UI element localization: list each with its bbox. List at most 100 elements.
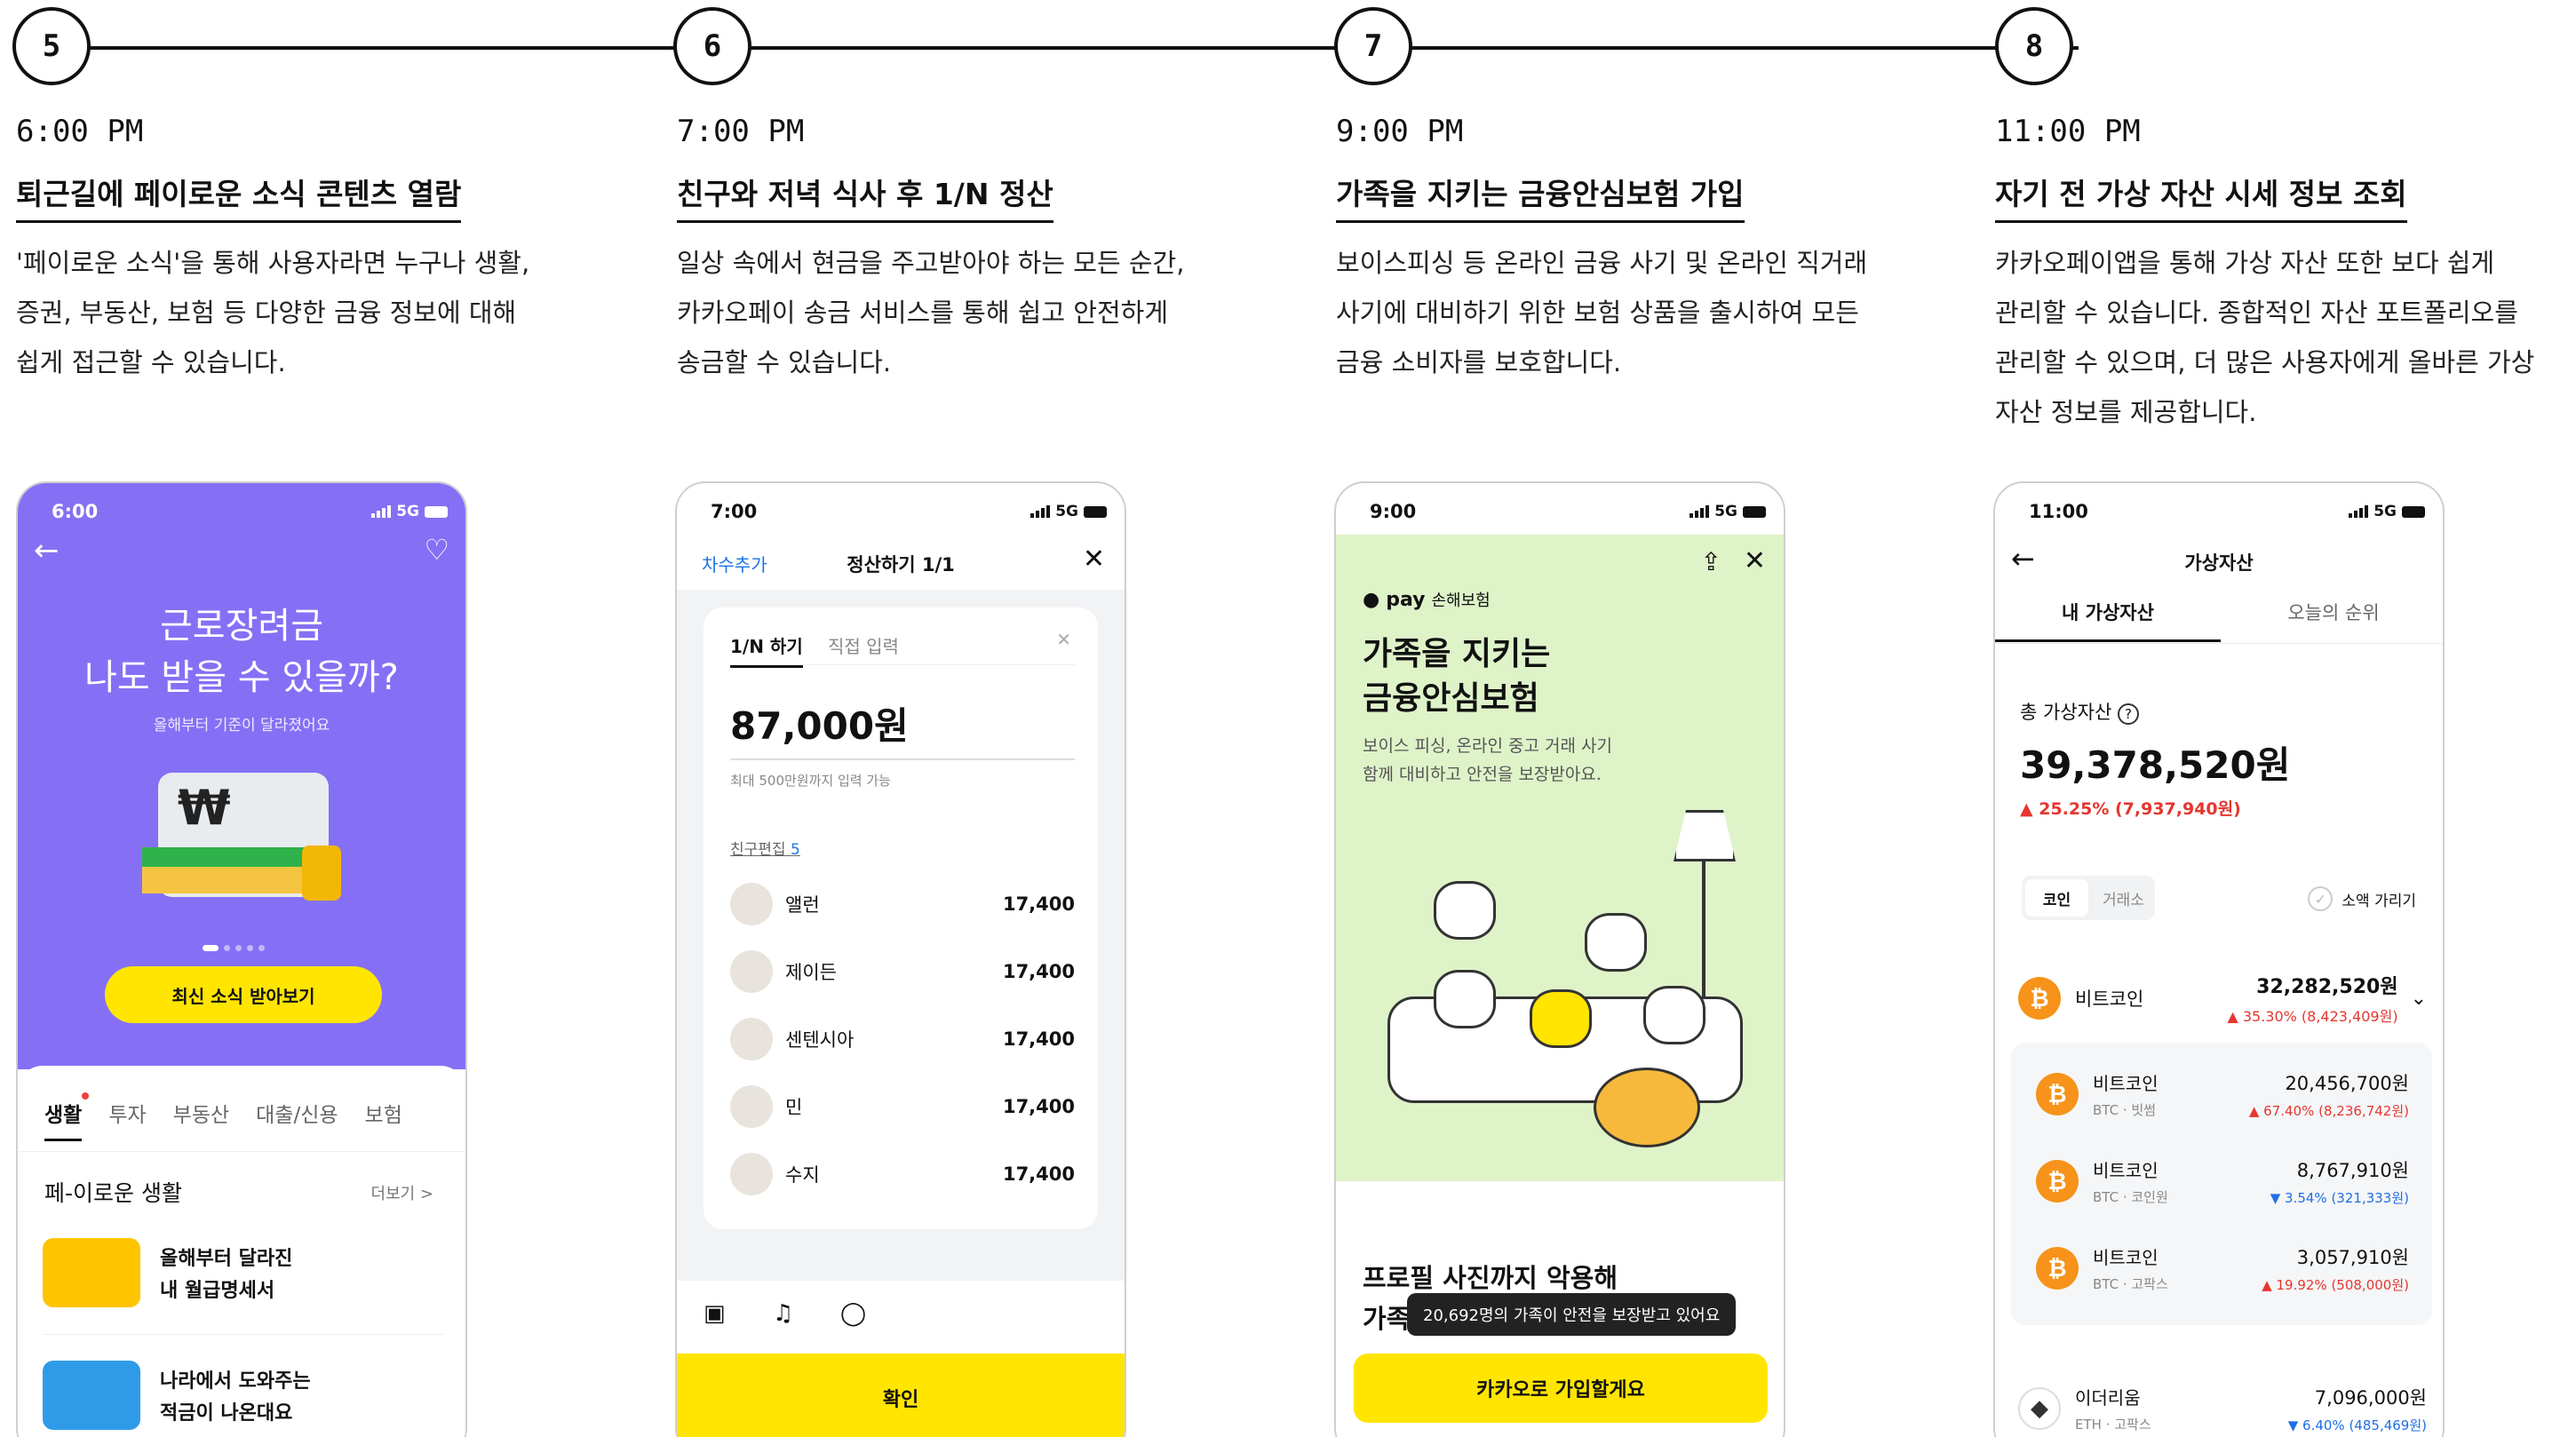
close-icon[interactable]: ✕ bbox=[1083, 544, 1105, 575]
coin-label: 비트코인 BTC · 고팍스 bbox=[2093, 1243, 2168, 1293]
hero-title-line: 금융안심보험 bbox=[1363, 680, 1539, 717]
carousel-dots bbox=[203, 945, 265, 951]
battery-icon bbox=[2402, 505, 2425, 518]
step-circle-7: 7 bbox=[1334, 7, 1412, 85]
coin-value: 8,767,910원 bbox=[2296, 1159, 2409, 1181]
settle-panel: 1/N 하기 직접 입력 ✕ 87,000원 최대 500만원까지 입력 가능 … bbox=[704, 607, 1098, 1229]
confirm-button[interactable]: 확인 bbox=[677, 1354, 1125, 1437]
coin-value: 3,057,910원 bbox=[2296, 1246, 2409, 1268]
tab-manual-input[interactable]: 직접 입력 bbox=[828, 632, 899, 658]
desc-line: 자산 정보를 제공합니다. bbox=[1995, 397, 2257, 427]
friend-row[interactable]: 앨런 17,400 bbox=[730, 877, 1075, 931]
headline: 자기 전 가상 자산 시세 정보 조회 bbox=[1995, 171, 2407, 223]
amount-input[interactable]: 87,000원 bbox=[730, 696, 909, 750]
signal-icon bbox=[1030, 505, 1051, 518]
friend-row[interactable]: 민 17,400 bbox=[730, 1080, 1075, 1133]
close-icon[interactable]: ✕ bbox=[1744, 545, 1766, 576]
coin-row-coinone[interactable]: ₿ 비트코인 BTC · 코인원 8,767,910원 ▼ 3.54% (321… bbox=[2036, 1146, 2409, 1217]
tab-realestate[interactable]: 부동산 bbox=[173, 1098, 229, 1141]
network-label: 5G bbox=[2373, 503, 2397, 520]
coin-value-group: 20,456,700원 ▲ 67.40% (8,236,742원) bbox=[2249, 1069, 2409, 1120]
coin-row-ethereum[interactable]: ◆ 이더리움 ETH · 고팍스 7,096,000원 ▼ 6.40% (485… bbox=[2018, 1373, 2427, 1437]
segment-exchange[interactable]: 거래소 bbox=[2092, 876, 2155, 920]
coin-name: 비트코인 bbox=[2093, 1073, 2159, 1094]
tab-split-even[interactable]: 1/N 하기 bbox=[730, 632, 803, 668]
desc-line: 일상 속에서 현금을 주고받아야 하는 모든 순간, bbox=[677, 248, 1185, 278]
total-label: 총 가상자산 bbox=[2020, 702, 2112, 723]
tab-life[interactable]: 생활 bbox=[44, 1098, 83, 1141]
coin-row-gopax[interactable]: ₿ 비트코인 BTC · 고팍스 3,057,910원 ▲ 19.92% (50… bbox=[2036, 1233, 2409, 1304]
description: 일상 속에서 현금을 주고받아야 하는 모든 순간, 카카오페이 송금 서비스를… bbox=[677, 238, 1245, 387]
hero-subtitle: 보이스 피싱, 온라인 중고 거래 사기 함께 대비하고 안전을 보장받아요. bbox=[1363, 732, 1612, 789]
more-link[interactable]: 더보기 > bbox=[371, 1181, 433, 1204]
desc-line: 카카오페이앱을 통해 가상 자산 또한 보다 쉽게 bbox=[1995, 248, 2495, 278]
friend-amount: 17,400 bbox=[1002, 1096, 1075, 1117]
bitcoin-icon: ₿ bbox=[2036, 1160, 2079, 1203]
coin-value-group: 3,057,910원 ▲ 19.92% (508,000원) bbox=[2262, 1243, 2409, 1294]
coin-row-bitcoin[interactable]: ₿ 비트코인 32,282,520원 ▲ 35.30% (8,423,409원)… bbox=[2018, 963, 2427, 1034]
status-icons: 5G bbox=[371, 503, 448, 520]
close-icon[interactable]: ✕ bbox=[1056, 629, 1071, 650]
hide-small-toggle[interactable]: ✓ 소액 가리기 bbox=[2308, 886, 2416, 911]
status-icons: 5G bbox=[2349, 503, 2425, 520]
chevron-down-icon[interactable]: ⌄ bbox=[2411, 988, 2427, 1010]
friends-count: 5 bbox=[790, 841, 800, 859]
signal-icon bbox=[1690, 505, 1710, 518]
step-circle-6: 6 bbox=[673, 7, 751, 85]
avatar bbox=[730, 950, 773, 993]
coin-stack-illustration bbox=[302, 846, 341, 901]
coin-label: 비트코인 BTC · 코인원 bbox=[2093, 1156, 2168, 1206]
tab-insurance[interactable]: 보험 bbox=[365, 1098, 402, 1141]
join-with-kakao-button[interactable]: 카카오로 가입할게요 bbox=[1354, 1354, 1768, 1423]
character-illustration bbox=[1585, 913, 1647, 972]
friend-row[interactable]: 제이든 17,400 bbox=[730, 945, 1075, 998]
friend-name: 센텐시아 bbox=[785, 1029, 855, 1051]
divider bbox=[43, 1334, 444, 1335]
divider bbox=[1995, 643, 2443, 644]
info-icon[interactable]: ? bbox=[2117, 703, 2139, 725]
bitcoin-icon: ₿ bbox=[2036, 1073, 2079, 1115]
total-label-row: 총 가상자산 ? bbox=[2020, 698, 2139, 725]
news-item-2[interactable]: 나라에서 도와주는 적금이 나온대요 bbox=[160, 1366, 311, 1430]
phone-insurance: 9:00 5G ⇪ ✕ ● pay 손해보험 가족을 지키는 금융안심보험 보이… bbox=[1334, 481, 1785, 1437]
character-illustration bbox=[1434, 970, 1496, 1028]
back-arrow-icon[interactable]: ← bbox=[34, 533, 60, 568]
phone-news: 6:00 5G ← ♡ 근로장려금 나도 받을 수 있을까? 올해부터 기준이 … bbox=[16, 481, 467, 1437]
image-icon[interactable]: ▣ bbox=[704, 1300, 726, 1327]
friend-amount: 17,400 bbox=[1002, 961, 1075, 982]
edit-friends-link[interactable]: 친구편집 5 bbox=[730, 837, 800, 859]
desc-line: 사기에 대비하기 위한 보험 상품을 출시하여 모든 bbox=[1336, 298, 1859, 328]
battery-icon bbox=[1743, 505, 1766, 518]
coin-row-bithumb[interactable]: ₿ 비트코인 BTC · 빗썸 20,456,700원 ▲ 67.40% (8,… bbox=[2036, 1059, 2409, 1130]
news-item-1[interactable]: 올해부터 달라진 내 월급명세서 bbox=[160, 1243, 292, 1307]
status-icons: 5G bbox=[1690, 503, 1766, 520]
coin-label: 비트코인 BTC · 빗썸 bbox=[2093, 1069, 2159, 1119]
category-tabs: 생활 투자 부동산 대출/신용 보험 bbox=[44, 1098, 402, 1141]
friend-name: 앨런 bbox=[785, 894, 820, 916]
coin-name: 비트코인 bbox=[2093, 1247, 2159, 1268]
payslip-thumbnail bbox=[43, 1238, 140, 1307]
heart-icon[interactable]: ♡ bbox=[424, 533, 449, 567]
friend-row[interactable]: 수지 17,400 bbox=[730, 1147, 1075, 1201]
tab-my-assets[interactable]: 내 가상자산 bbox=[1995, 599, 2221, 642]
tab-invest[interactable]: 투자 bbox=[108, 1098, 146, 1141]
step-circle-5: 5 bbox=[12, 7, 91, 85]
status-time: 7:00 bbox=[711, 501, 758, 522]
bell-icon[interactable]: ♫ bbox=[773, 1300, 793, 1327]
coin-name: 비트코인 bbox=[2093, 1160, 2159, 1181]
tab-today-ranking[interactable]: 오늘의 순위 bbox=[2221, 599, 2443, 625]
description: '페이로운 소식'을 통해 사용자라면 누구나 생활, 증권, 부동산, 보험 … bbox=[16, 238, 584, 387]
bottom-headline-partial: 가족 bbox=[1363, 1304, 1411, 1334]
tab-loan[interactable]: 대출/신용 bbox=[256, 1098, 338, 1141]
status-time: 6:00 bbox=[52, 501, 99, 522]
desc-line: 카카오페이 송금 서비스를 통해 쉽고 안전하게 bbox=[677, 298, 1169, 328]
share-icon[interactable]: ⇪ bbox=[1701, 547, 1721, 576]
coin-name: 이더리움 bbox=[2075, 1387, 2141, 1409]
chat-icon[interactable]: ◯ bbox=[840, 1300, 866, 1327]
friend-row[interactable]: 센텐시아 17,400 bbox=[730, 1012, 1075, 1066]
page-title: 가상자산 bbox=[2184, 552, 2254, 574]
get-news-button[interactable]: 최신 소식 받아보기 bbox=[105, 966, 382, 1023]
edit-friends-label: 친구편집 bbox=[730, 841, 786, 859]
headline: 가족을 지키는 금융안심보험 가입 bbox=[1336, 171, 1745, 223]
segment-coin[interactable]: 코인 bbox=[2025, 879, 2088, 917]
